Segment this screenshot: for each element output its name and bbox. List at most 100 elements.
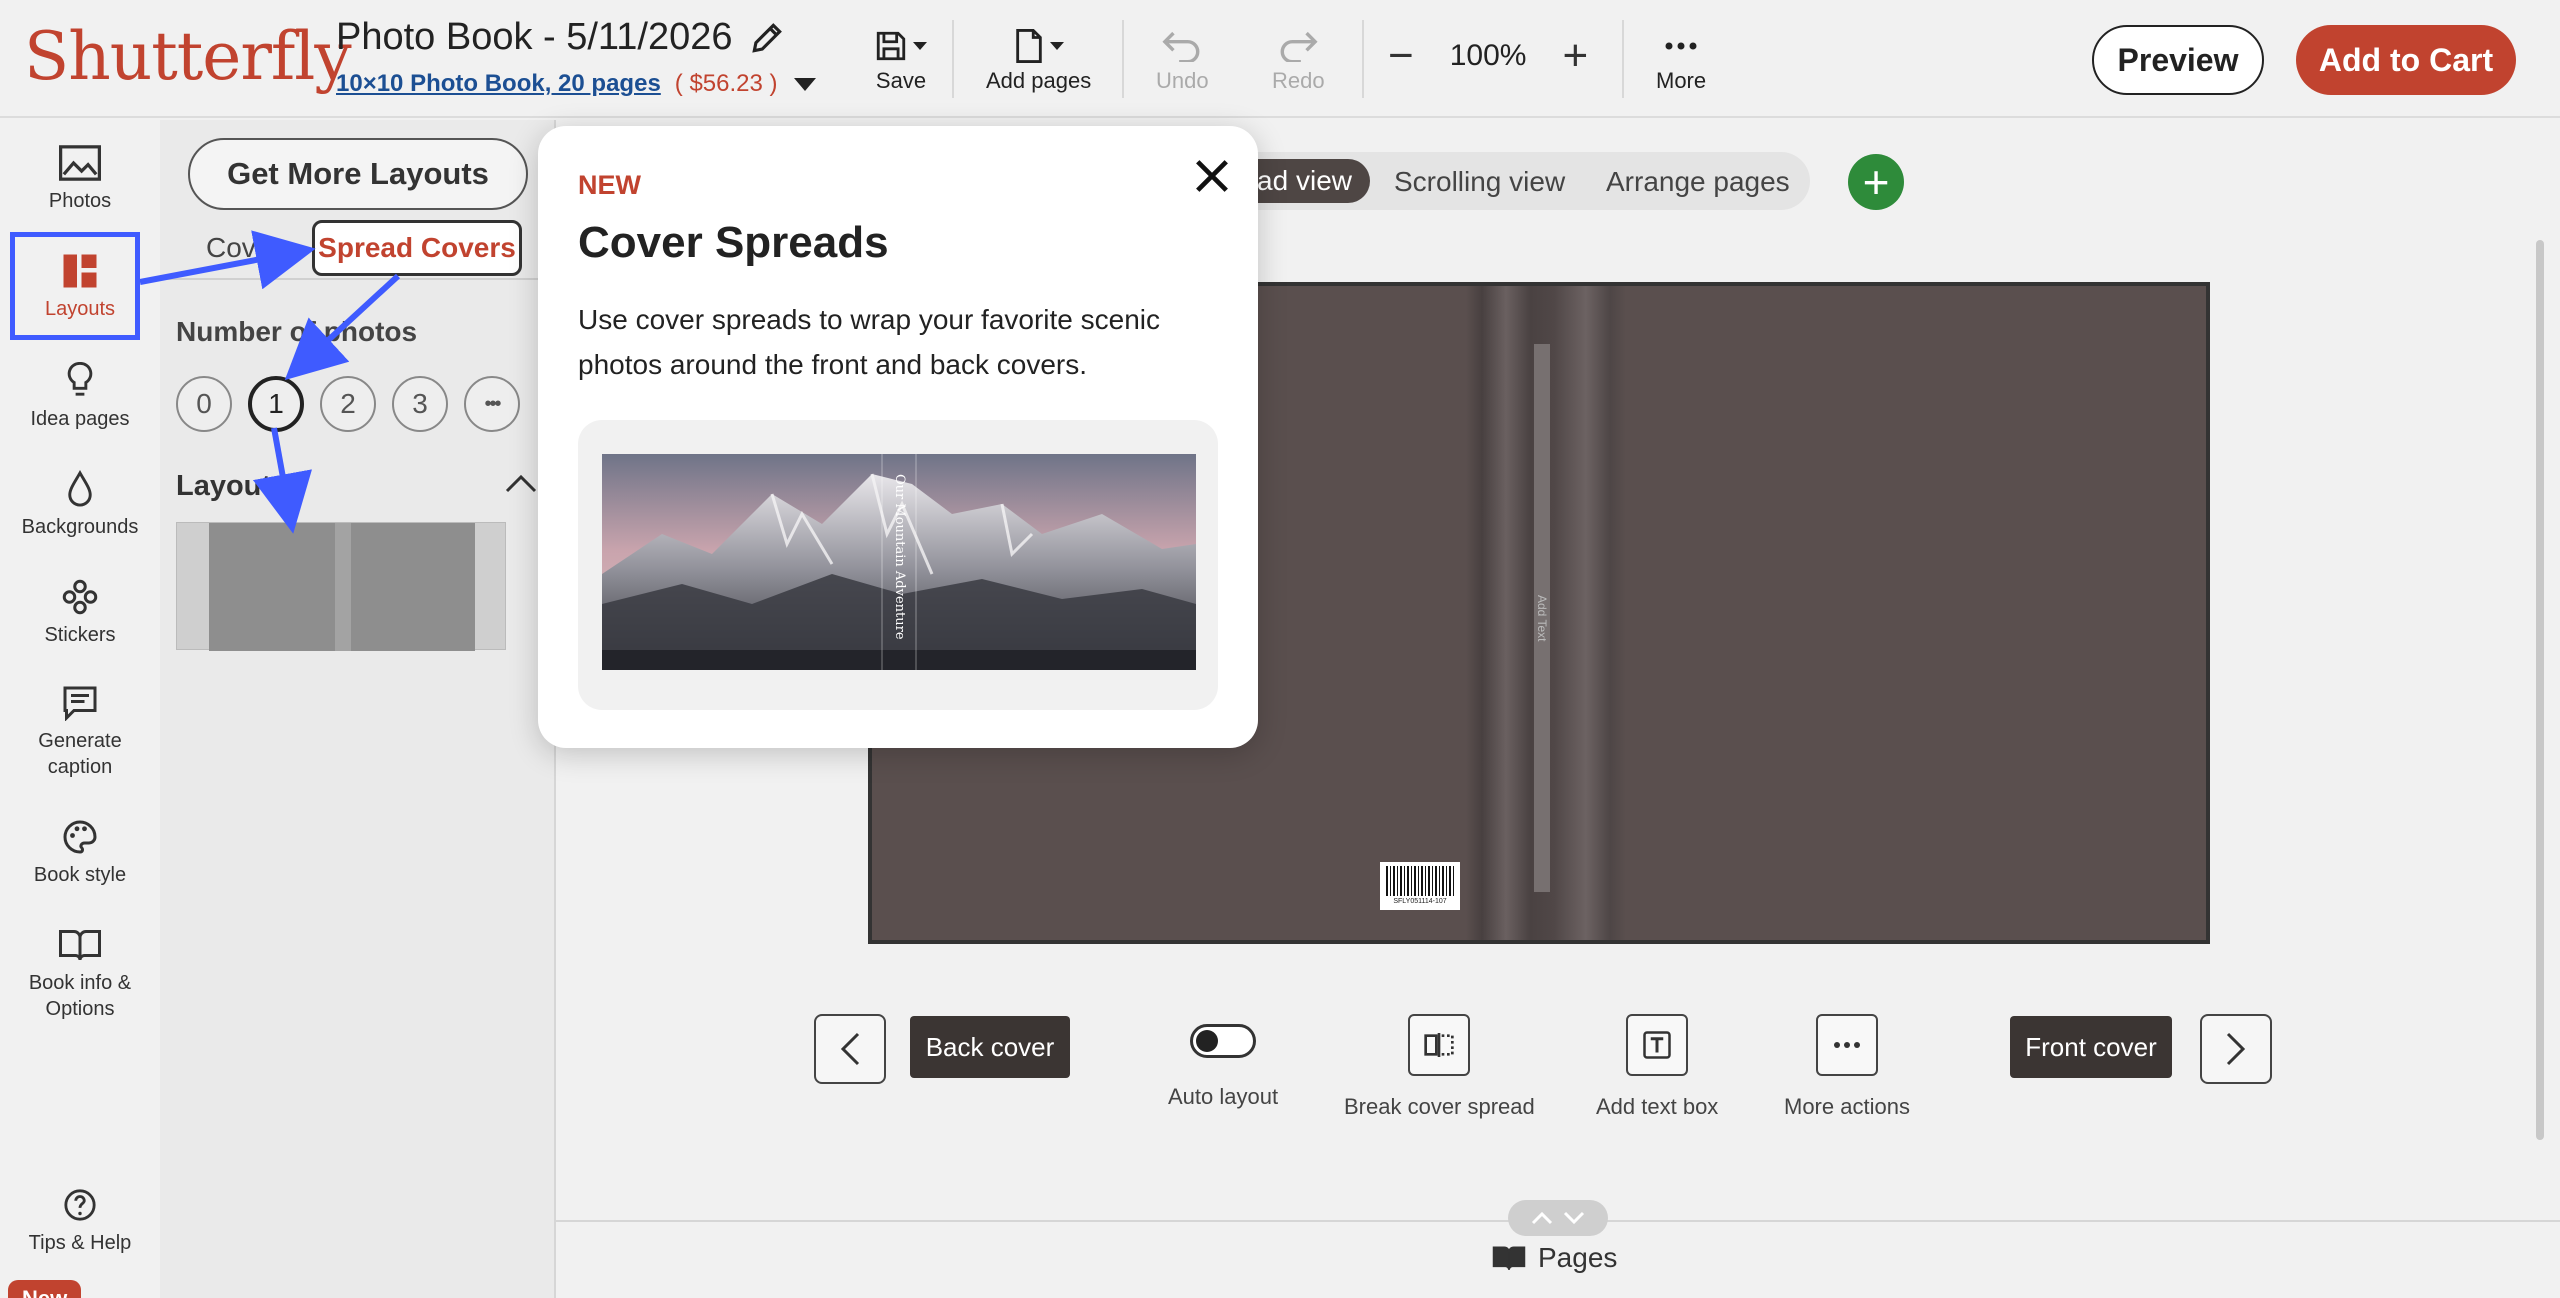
modal-title: Cover Spreads (578, 218, 889, 267)
modal-close-button[interactable] (1186, 150, 1238, 202)
rail-label-generate-caption: Generate caption (38, 730, 122, 778)
pages-label-text: Pages (1538, 1242, 1618, 1273)
top-bar: Shutterfly Photo Book - 5/11/2026 10×10 … (0, 0, 2560, 118)
zoom-in-icon[interactable]: + (1562, 34, 1588, 78)
barcode-number: SFLY051114-107 (1393, 898, 1447, 905)
add-pages-button[interactable]: Add pages (986, 24, 1091, 94)
mountain-cover-preview: Our Mountain Adventure (602, 454, 1196, 670)
pages-tray-handle[interactable] (1508, 1200, 1608, 1236)
chevron-down-icon (1563, 1211, 1585, 1225)
add-text-box-button[interactable]: Add text box (1596, 1014, 1718, 1120)
pages-toggle[interactable]: Pages (1492, 1242, 1617, 1274)
open-book-icon (59, 930, 101, 961)
undo-button[interactable]: Undo (1156, 24, 1209, 94)
spine-text-box[interactable]: Add Text (1534, 344, 1550, 892)
zoom-out-icon[interactable]: − (1388, 34, 1414, 78)
front-cover-button[interactable]: Front cover (2010, 1016, 2172, 1078)
chevron-up-icon (1531, 1211, 1553, 1225)
modal-description: Use cover spreads to wrap your favorite … (578, 304, 1161, 380)
rail-item-book-style[interactable]: Book style (0, 812, 160, 888)
rail-label-book-info: Book info & Options (28, 972, 132, 1020)
preview-spine-text: Our Mountain Adventure (892, 474, 907, 640)
image-icon (59, 145, 101, 181)
new-badge: New (8, 1280, 82, 1298)
rail-item-book-info[interactable]: Book info & Options (0, 920, 160, 1022)
preview-button[interactable]: Preview (2092, 25, 2264, 95)
sticker-icon (62, 579, 98, 615)
undo-icon (1162, 31, 1200, 62)
undo-label: Undo (1156, 68, 1209, 93)
break-cover-spread-label: Break cover spread (1344, 1094, 1535, 1119)
lightbulb-icon (67, 362, 93, 396)
zoom-control: − 100% + (1388, 34, 1588, 78)
save-icon (876, 31, 906, 61)
layouts-panel: Get More Layouts Covers Spread Covers Nu… (160, 120, 556, 1298)
shutterfly-logo[interactable]: Shutterfly (24, 18, 352, 95)
caption-icon (63, 686, 97, 721)
cover-spreads-modal: NEW Cover Spreads Use cover spreads to w… (538, 126, 1258, 748)
more-actions-button[interactable]: More actions (1784, 1014, 1910, 1120)
palette-icon (63, 820, 97, 854)
number-of-photos-title: Number of photos (176, 316, 418, 347)
chevron-left-icon (840, 1032, 860, 1066)
rail-label-backgrounds: Backgrounds (21, 516, 139, 538)
book-product-link[interactable]: 10×10 Photo Book, 20 pages (336, 70, 661, 98)
next-page-button[interactable] (2200, 1014, 2272, 1084)
add-page-plus-button[interactable]: + (1848, 154, 1904, 210)
pencil-icon[interactable] (748, 19, 786, 57)
photos-count-3[interactable]: 3 (392, 376, 448, 432)
book-title[interactable]: Photo Book - 5/11/2026 (336, 16, 786, 59)
barcode: SFLY051114-107 (1380, 862, 1460, 910)
redo-button[interactable]: Redo (1272, 24, 1325, 94)
photos-count-1[interactable]: 1 (248, 376, 304, 432)
layouts-section-title: Layouts (176, 470, 288, 502)
previous-page-button[interactable] (814, 1014, 886, 1084)
more-dots-icon (1665, 42, 1697, 50)
redo-label: Redo (1272, 68, 1325, 93)
workspace-scrollbar[interactable] (2536, 240, 2544, 1140)
photos-count-0[interactable]: 0 (176, 376, 232, 432)
rail-item-idea-pages[interactable]: Idea pages (0, 356, 160, 432)
view-tabs: ead view Scrolling view Arrange pages (1190, 152, 1810, 210)
more-dots-icon (1833, 1042, 1860, 1048)
break-cover-spread-button[interactable]: Break cover spread (1344, 1014, 1535, 1120)
auto-layout-label: Auto layout (1168, 1084, 1279, 1109)
auto-layout-toggle[interactable]: Auto layout (1168, 1014, 1278, 1110)
rail-label-idea-pages: Idea pages (30, 408, 130, 430)
layout-thumbnail[interactable] (176, 522, 506, 651)
get-more-layouts-button[interactable]: Get More Layouts (188, 138, 528, 210)
chevron-down-icon (1049, 42, 1064, 50)
rail-item-tips-help[interactable]: Tips & Help (0, 1180, 160, 1256)
rail-item-backgrounds[interactable]: Backgrounds (0, 464, 160, 540)
page-icon (1015, 29, 1042, 63)
chevron-up-icon[interactable] (504, 472, 538, 494)
more-actions-label: More actions (1784, 1094, 1910, 1119)
rail-label-stickers: Stickers (44, 624, 116, 646)
chevron-right-icon (2226, 1032, 2246, 1066)
save-button[interactable]: Save (874, 24, 928, 94)
more-button[interactable]: More (1656, 24, 1706, 94)
add-pages-label: Add pages (986, 68, 1092, 93)
break-spread-icon (1424, 1033, 1455, 1057)
add-to-cart-button[interactable]: Add to Cart (2296, 25, 2516, 95)
photos-count-more[interactable]: ••• (464, 376, 520, 432)
rail-item-stickers[interactable]: Stickers (0, 572, 160, 648)
photos-count-2[interactable]: 2 (320, 376, 376, 432)
more-label: More (1656, 68, 1707, 93)
book-title-text: Photo Book - 5/11/2026 (336, 16, 733, 58)
toggle-switch[interactable] (1190, 1024, 1257, 1058)
open-book-icon (1492, 1246, 1526, 1270)
book-price: ( $56.23 ) (674, 70, 778, 97)
tab-covers[interactable]: Covers (206, 232, 295, 264)
rail-item-photos[interactable]: Photos (0, 138, 160, 214)
rail-item-generate-caption[interactable]: Generate caption (0, 678, 160, 780)
tab-spread-covers[interactable]: Spread Covers (312, 220, 522, 276)
chevron-down-icon (913, 42, 927, 50)
book-info: 10×10 Photo Book, 20 pages ( $56.23 ) (336, 70, 818, 98)
modal-image-container: Our Mountain Adventure (578, 420, 1218, 710)
close-icon (1196, 160, 1228, 192)
tab-arrange-pages[interactable]: Arrange pages (1606, 166, 1790, 198)
back-cover-button[interactable]: Back cover (910, 1016, 1070, 1078)
tab-scrolling-view[interactable]: Scrolling view (1394, 166, 1565, 198)
chevron-down-icon[interactable] (792, 74, 818, 94)
